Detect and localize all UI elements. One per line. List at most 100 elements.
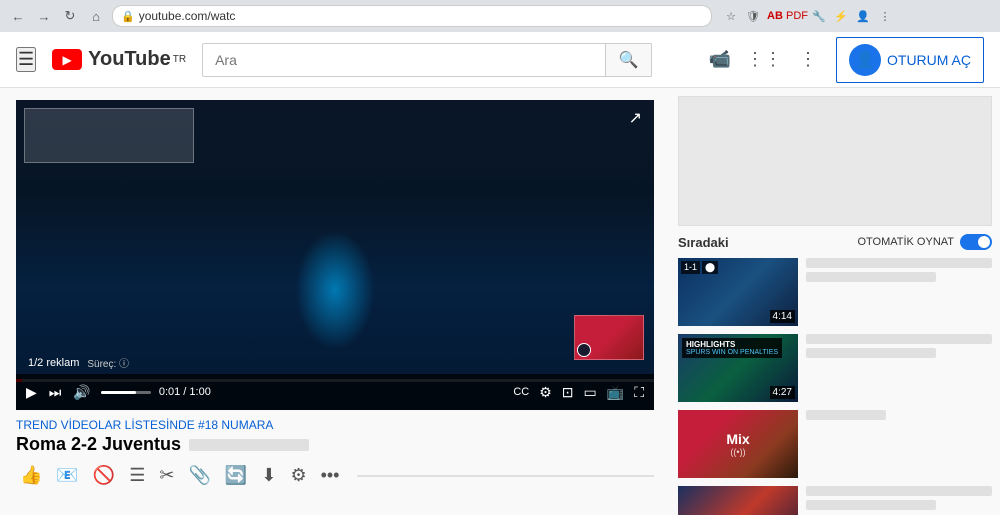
create-video-icon[interactable]: 📹 — [704, 44, 736, 76]
download-button[interactable]: ⬇ — [257, 461, 280, 490]
header-right: 📹 ⋮⋮ ⋮ 👤 OTURUM AÇ — [704, 37, 984, 83]
sidebar-thumb-2: HIGHLIGHTS SPURS WIN ON PENALTIES 4:27 — [678, 334, 798, 402]
right-controls: CC ⚙ ⊡ ▭ 📺 ⛶ — [511, 384, 646, 401]
star-button[interactable]: ☆ — [722, 7, 740, 25]
sidebar-thumb-4 — [678, 486, 798, 515]
youtube-logo-icon — [52, 49, 82, 70]
thumb-badges-1: 1-1 ⬤ — [681, 261, 718, 274]
video-player: ↗ 1/2 reklam Süreç: ⓘ ▶ — [16, 100, 654, 410]
sidebar-video-meta-4 — [806, 486, 992, 515]
share-button-overlay[interactable]: ↗ — [629, 108, 642, 128]
sidebar-section-header: Sıradaki OTOMATİK OYNAT — [678, 234, 992, 250]
play-button[interactable]: ▶ — [24, 384, 39, 401]
fullscreen-button[interactable]: ⛶ — [632, 384, 646, 401]
sidebar-video-meta-1 — [806, 258, 992, 326]
captions-button[interactable]: CC — [511, 386, 531, 398]
title-placeholder-3 — [806, 410, 886, 420]
adblock-icon[interactable]: AB — [766, 7, 784, 25]
volume-button[interactable]: 🔊 — [71, 384, 92, 401]
settings-button[interactable]: ⚙ — [537, 384, 554, 401]
dislike-button[interactable]: 📧 — [52, 461, 82, 490]
address-bar[interactable]: 🔒 youtube.com/watc — [112, 5, 712, 27]
sign-in-button[interactable]: 👤 OTURUM AÇ — [836, 37, 984, 83]
extension-icon[interactable]: 🔧 — [810, 7, 828, 25]
cast-button[interactable]: 📺 — [605, 384, 626, 401]
title-placeholder2-2 — [806, 348, 936, 358]
sidebar-video-item-2[interactable]: HIGHLIGHTS SPURS WIN ON PENALTIES 4:27 — [678, 334, 992, 402]
youtube-header: ☰ YouTubeTR 🔍 📹 ⋮⋮ ⋮ 👤 OTURUM AÇ — [0, 32, 1000, 88]
more-button[interactable]: ••• — [317, 461, 344, 490]
playlist-label: TREND VİDEOLAR LİSTESİNDE #18 NUMARA — [16, 418, 654, 432]
sidebar-video-item-1[interactable]: 1-1 ⬤ 4:14 — [678, 258, 992, 326]
home-button[interactable]: ⌂ — [86, 6, 106, 26]
title-placeholder2 — [806, 272, 936, 282]
search-button[interactable]: 🔍 — [605, 44, 651, 76]
score-badge-1: 1-1 — [681, 261, 700, 274]
title-placeholder2-4 — [806, 500, 936, 510]
time-display: 0:01 / 1:00 — [159, 386, 211, 398]
youtube-logo-text: YouTube — [88, 48, 171, 71]
sidebar-video-meta-3 — [806, 410, 992, 478]
back-button[interactable]: ← — [8, 6, 28, 26]
apps-grid-icon[interactable]: ⋮⋮ — [748, 44, 780, 76]
thumb-duration-2: 4:27 — [770, 386, 795, 399]
autoplay-toggle: OTOMATİK OYNAT — [857, 234, 992, 250]
sidebar: Sıradaki OTOMATİK OYNAT 1-1 ⬤ 4:14 — [670, 88, 1000, 515]
search-bar: 🔍 — [202, 43, 652, 77]
playlist-button[interactable]: ☰ — [125, 461, 149, 490]
sign-in-label: OTURUM AÇ — [887, 52, 971, 68]
miniplayer-button[interactable]: ⊡ — [560, 384, 576, 401]
autoplay-switch[interactable] — [960, 234, 992, 250]
more-options-icon[interactable]: ⋮ — [792, 44, 824, 76]
sidebar-video-item-4[interactable] — [678, 486, 992, 515]
toggle-knob — [978, 236, 990, 248]
sidebar-video-item-3[interactable]: Mix ((•)) — [678, 410, 992, 478]
highlights-sub: SPURS WIN ON PENALTIES — [686, 349, 778, 356]
share-button[interactable]: ⚙ — [286, 461, 310, 490]
sidebar-video-meta-2 — [806, 334, 992, 402]
video-section: ↗ 1/2 reklam Süreç: ⓘ ▶ — [0, 88, 670, 515]
ad-thumbnail — [574, 315, 644, 360]
sign-in-avatar-icon: 👤 — [849, 44, 881, 76]
video-controls: ▶ ⏭ 🔊 0:01 / 1:00 CC ⚙ ⊡ ▭ � — [16, 374, 654, 410]
next-button[interactable]: ⏭ — [47, 384, 64, 401]
score-badge-2: ⬤ — [702, 261, 718, 274]
lock-icon: 🔒 — [121, 10, 135, 23]
divider — [357, 475, 654, 477]
mix-sub: ((•)) — [726, 447, 749, 457]
reload-button[interactable]: ↻ — [60, 6, 80, 26]
highlights-text: HIGHLIGHTS — [686, 340, 778, 349]
theater-button[interactable]: ▭ — [582, 384, 599, 401]
video-title: Roma 2-2 Juventus — [16, 434, 654, 455]
youtube-region: TR — [173, 54, 186, 65]
mix-text: Mix — [726, 431, 749, 447]
ad-info-bar: 1/2 reklam Süreç: ⓘ — [16, 355, 654, 370]
block-button[interactable]: 🚫 — [89, 461, 119, 490]
search-input[interactable] — [203, 44, 605, 76]
menu-dots-icon[interactable]: ⋮ — [876, 7, 894, 25]
title-placeholder-2 — [806, 334, 992, 344]
shield-icon[interactable]: 🛡 — [744, 7, 762, 25]
volume-fill — [101, 391, 136, 394]
hamburger-menu[interactable]: ☰ — [16, 47, 36, 72]
extension2-icon[interactable]: ⚡ — [832, 7, 850, 25]
scissors-button[interactable]: ✂ — [155, 461, 178, 490]
title-bar-placeholder — [189, 439, 309, 451]
sidebar-ad — [678, 96, 992, 226]
video-info: TREND VİDEOLAR LİSTESİNDE #18 NUMARA Rom… — [16, 410, 654, 494]
autoplay-label: OTOMATİK OYNAT — [857, 236, 954, 248]
video-actions: 👍 📧 🚫 ☰ ✂ 📎 🔄 ⬇ ⚙ ••• — [16, 461, 654, 490]
ad-overlay — [24, 108, 194, 163]
clip-button[interactable]: 📎 — [185, 461, 215, 490]
volume-bar[interactable] — [101, 391, 151, 394]
title-placeholder — [806, 258, 992, 268]
pdf-icon[interactable]: PDF — [788, 7, 806, 25]
video-background: ↗ 1/2 reklam Süreç: ⓘ ▶ — [16, 100, 654, 410]
browser-actions: ☆ 🛡 AB PDF 🔧 ⚡ 👤 ⋮ — [722, 7, 894, 25]
forward-button[interactable]: → — [34, 6, 54, 26]
user-account-icon[interactable]: 👤 — [854, 7, 872, 25]
browser-bar: ← → ↻ ⌂ 🔒 youtube.com/watc ☆ 🛡 AB PDF 🔧 … — [0, 0, 1000, 32]
youtube-logo[interactable]: YouTubeTR — [52, 48, 186, 71]
refresh-button[interactable]: 🔄 — [221, 461, 251, 490]
like-button[interactable]: 👍 — [16, 461, 46, 490]
